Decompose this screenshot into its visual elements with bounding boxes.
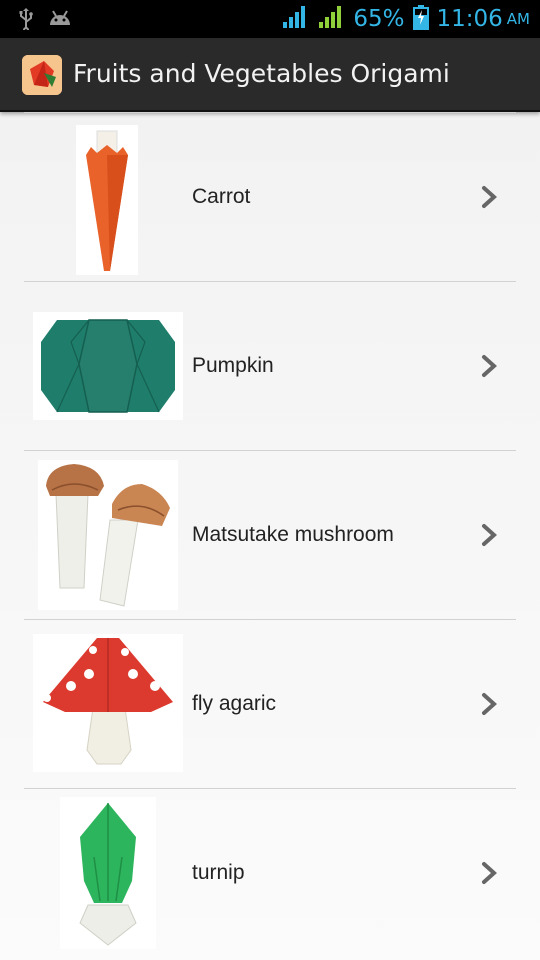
turnip-origami-image [60,797,156,949]
chevron-right-icon [478,523,500,547]
chevron-right-icon [478,185,500,209]
list-item-pumpkin[interactable]: Pumpkin [0,282,540,450]
list-item-label: Matsutake mushroom [192,523,394,546]
list-item-carrot[interactable]: Carrot [0,113,540,281]
clock-ampm: AM [506,10,530,28]
fly-agaric-origami-image [33,634,183,772]
wifi-signal-icon [281,4,309,34]
android-icon [48,9,72,33]
origami-list: Carrot Pumpkin Matsutake mushroom fly ag… [0,112,540,957]
page-title: Fruits and Vegetables Origami [73,59,450,88]
battery-percentage: 65% [353,6,405,32]
matsutake-mushroom-origami-image [38,460,178,610]
origami-fruit-app-icon[interactable] [22,55,62,95]
chevron-right-icon [478,354,500,378]
action-bar: Fruits and Vegetables Origami [0,38,540,112]
cell-signal-icon [317,4,345,34]
battery-icon [412,4,429,34]
status-bar: 65% 11:06 AM [0,0,540,38]
list-item-matsutake-mushroom[interactable]: Matsutake mushroom [0,451,540,619]
list-item-label: Carrot [192,185,251,208]
list-item-label: fly agaric [192,692,277,715]
carrot-origami-image [76,125,138,275]
clock-time: 11:06 [436,6,503,32]
chevron-right-icon [478,692,500,716]
chevron-right-icon [478,861,500,885]
pumpkin-origami-image [33,312,183,420]
usb-icon [18,8,34,34]
list-item-label: Pumpkin [192,354,274,377]
list-item-fly-agaric[interactable]: fly agaric [0,620,540,788]
list-item-turnip[interactable]: turnip [0,789,540,957]
list-item-label: turnip [192,861,245,884]
